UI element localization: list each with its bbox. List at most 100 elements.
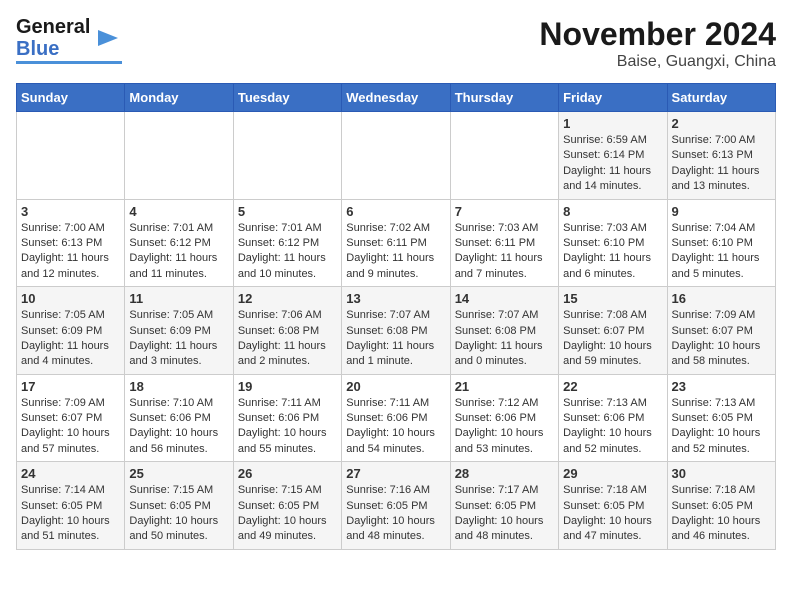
day-info: Sunrise: 7:05 AM [21,308,120,323]
day-info: Sunset: 6:11 PM [346,236,445,251]
day-info: Sunrise: 7:14 AM [21,483,120,498]
day-cell: 5Sunrise: 7:01 AMSunset: 6:12 PMDaylight… [233,199,341,287]
logo-blue: Blue [16,38,90,60]
day-cell: 9Sunrise: 7:04 AMSunset: 6:10 PMDaylight… [667,199,775,287]
day-info: Sunrise: 7:09 AM [672,308,771,323]
day-number: 21 [455,379,554,394]
day-info: Sunset: 6:09 PM [129,324,228,339]
day-info: Sunset: 6:08 PM [238,324,337,339]
day-info: Sunrise: 7:00 AM [21,221,120,236]
day-info: Daylight: 11 hours and 3 minutes. [129,339,228,370]
day-number: 8 [563,204,662,219]
day-cell: 12Sunrise: 7:06 AMSunset: 6:08 PMDayligh… [233,287,341,375]
day-cell: 4Sunrise: 7:01 AMSunset: 6:12 PMDaylight… [125,199,233,287]
day-info: Daylight: 11 hours and 9 minutes. [346,251,445,282]
col-header-tuesday: Tuesday [233,84,341,112]
day-info: Sunset: 6:07 PM [672,324,771,339]
day-info: Daylight: 10 hours and 56 minutes. [129,426,228,457]
col-header-sunday: Sunday [17,84,125,112]
day-info: Daylight: 10 hours and 54 minutes. [346,426,445,457]
week-row-1: 1Sunrise: 6:59 AMSunset: 6:14 PMDaylight… [17,112,776,200]
day-cell [342,112,450,200]
day-cell [17,112,125,200]
day-cell: 2Sunrise: 7:00 AMSunset: 6:13 PMDaylight… [667,112,775,200]
day-info: Sunset: 6:12 PM [238,236,337,251]
day-info: Daylight: 10 hours and 57 minutes. [21,426,120,457]
day-number: 1 [563,116,662,131]
header-row: SundayMondayTuesdayWednesdayThursdayFrid… [17,84,776,112]
day-number: 16 [672,291,771,306]
calendar-table: SundayMondayTuesdayWednesdayThursdayFrid… [16,83,776,550]
day-info: Sunrise: 7:13 AM [672,396,771,411]
day-cell: 17Sunrise: 7:09 AMSunset: 6:07 PMDayligh… [17,374,125,462]
day-info: Daylight: 11 hours and 1 minute. [346,339,445,370]
day-number: 25 [129,466,228,481]
week-row-2: 3Sunrise: 7:00 AMSunset: 6:13 PMDaylight… [17,199,776,287]
day-info: Sunset: 6:07 PM [563,324,662,339]
day-info: Sunrise: 7:01 AM [238,221,337,236]
day-cell: 19Sunrise: 7:11 AMSunset: 6:06 PMDayligh… [233,374,341,462]
day-info: Daylight: 10 hours and 46 minutes. [672,514,771,545]
day-number: 13 [346,291,445,306]
day-info: Sunrise: 7:11 AM [238,396,337,411]
day-info: Daylight: 11 hours and 14 minutes. [563,164,662,195]
day-info: Daylight: 11 hours and 12 minutes. [21,251,120,282]
day-info: Sunrise: 7:01 AM [129,221,228,236]
day-info: Sunset: 6:05 PM [672,411,771,426]
day-info: Daylight: 10 hours and 51 minutes. [21,514,120,545]
logo: General Blue [16,16,122,64]
day-number: 23 [672,379,771,394]
col-header-thursday: Thursday [450,84,558,112]
day-info: Sunset: 6:08 PM [455,324,554,339]
day-info: Sunrise: 7:10 AM [129,396,228,411]
day-number: 2 [672,116,771,131]
day-cell: 22Sunrise: 7:13 AMSunset: 6:06 PMDayligh… [559,374,667,462]
day-info: Sunrise: 7:03 AM [563,221,662,236]
day-info: Sunset: 6:06 PM [346,411,445,426]
day-number: 24 [21,466,120,481]
week-row-3: 10Sunrise: 7:05 AMSunset: 6:09 PMDayligh… [17,287,776,375]
day-cell: 10Sunrise: 7:05 AMSunset: 6:09 PMDayligh… [17,287,125,375]
day-cell: 25Sunrise: 7:15 AMSunset: 6:05 PMDayligh… [125,462,233,550]
day-info: Sunset: 6:10 PM [672,236,771,251]
day-info: Sunrise: 7:08 AM [563,308,662,323]
day-cell: 8Sunrise: 7:03 AMSunset: 6:10 PMDaylight… [559,199,667,287]
day-info: Sunrise: 7:04 AM [672,221,771,236]
col-header-friday: Friday [559,84,667,112]
day-number: 20 [346,379,445,394]
day-info: Sunset: 6:06 PM [129,411,228,426]
day-info: Daylight: 10 hours and 50 minutes. [129,514,228,545]
logo-general: General [16,16,90,38]
day-info: Daylight: 10 hours and 49 minutes. [238,514,337,545]
col-header-monday: Monday [125,84,233,112]
day-cell: 27Sunrise: 7:16 AMSunset: 6:05 PMDayligh… [342,462,450,550]
day-info: Sunrise: 7:15 AM [129,483,228,498]
day-cell: 13Sunrise: 7:07 AMSunset: 6:08 PMDayligh… [342,287,450,375]
day-number: 4 [129,204,228,219]
day-info: Sunset: 6:05 PM [346,499,445,514]
day-info: Sunrise: 7:09 AM [21,396,120,411]
day-info: Sunrise: 6:59 AM [563,133,662,148]
day-cell: 23Sunrise: 7:13 AMSunset: 6:05 PMDayligh… [667,374,775,462]
day-info: Sunrise: 7:05 AM [129,308,228,323]
day-info: Daylight: 11 hours and 2 minutes. [238,339,337,370]
day-info: Sunrise: 7:11 AM [346,396,445,411]
col-header-wednesday: Wednesday [342,84,450,112]
day-info: Sunrise: 7:00 AM [672,133,771,148]
day-info: Sunset: 6:08 PM [346,324,445,339]
day-number: 28 [455,466,554,481]
day-number: 3 [21,204,120,219]
day-cell: 26Sunrise: 7:15 AMSunset: 6:05 PMDayligh… [233,462,341,550]
day-info: Sunset: 6:12 PM [129,236,228,251]
day-info: Daylight: 10 hours and 48 minutes. [455,514,554,545]
day-info: Sunset: 6:05 PM [672,499,771,514]
day-cell: 21Sunrise: 7:12 AMSunset: 6:06 PMDayligh… [450,374,558,462]
day-info: Sunrise: 7:13 AM [563,396,662,411]
day-info: Sunset: 6:05 PM [563,499,662,514]
day-info: Sunrise: 7:07 AM [455,308,554,323]
day-cell: 30 Sunrise: 7:18 AMSunset: 6:05 PMDayligh… [667,462,775,550]
day-cell [450,112,558,200]
day-info: Daylight: 11 hours and 13 minutes. [672,164,771,195]
day-info: Sunrise: 7:18 AM [672,483,771,498]
day-number: 30 [672,466,771,481]
